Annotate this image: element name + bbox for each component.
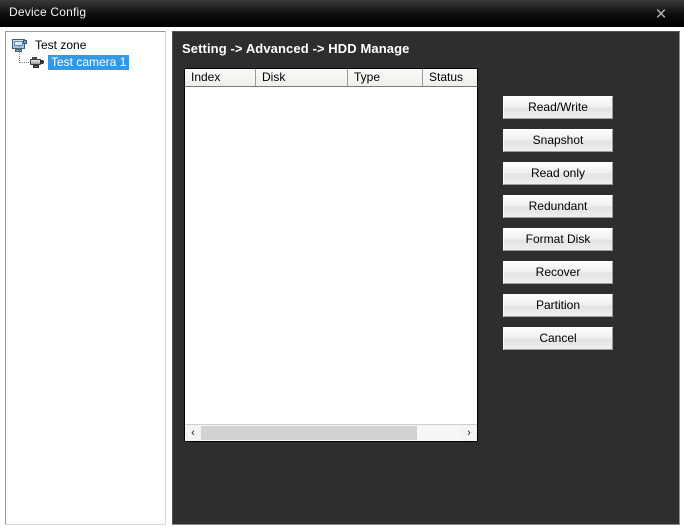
read-write-button[interactable]: Read/Write bbox=[503, 96, 613, 119]
snapshot-button[interactable]: Snapshot bbox=[503, 129, 613, 152]
tree-item-test-zone[interactable]: Test zone bbox=[6, 37, 165, 54]
device-tree-panel: Test zone Test camera 1 bbox=[5, 31, 166, 525]
window-title: Device Config bbox=[9, 5, 86, 19]
read-only-button[interactable]: Read only bbox=[503, 162, 613, 185]
table-body[interactable] bbox=[185, 87, 477, 424]
column-header-index[interactable]: Index bbox=[185, 69, 256, 86]
content-panel: Setting -> Advanced -> HDD Manage Index … bbox=[172, 31, 680, 525]
close-button[interactable]: × bbox=[646, 3, 676, 25]
tree-item-test-camera-1[interactable]: Test camera 1 bbox=[6, 54, 165, 71]
scroll-right-arrow-icon[interactable]: › bbox=[461, 425, 477, 441]
scroll-left-arrow-icon[interactable]: ‹ bbox=[185, 425, 201, 441]
device-config-window: Device Config × Test zone bbox=[0, 0, 684, 529]
column-header-status[interactable]: Status bbox=[423, 69, 477, 86]
format-disk-button[interactable]: Format Disk bbox=[503, 228, 613, 251]
hdd-table: Index Disk Type Status ‹ › bbox=[184, 68, 478, 442]
scrollbar-thumb[interactable] bbox=[201, 426, 417, 440]
scrollbar-track[interactable] bbox=[201, 425, 461, 441]
titlebar: Device Config × bbox=[0, 0, 684, 27]
tree-item-label: Test zone bbox=[32, 38, 89, 53]
recover-button[interactable]: Recover bbox=[503, 261, 613, 284]
table-header-row: Index Disk Type Status bbox=[185, 69, 477, 87]
tree-item-label: Test camera 1 bbox=[48, 55, 129, 70]
table-horizontal-scrollbar[interactable]: ‹ › bbox=[185, 424, 477, 441]
redundant-button[interactable]: Redundant bbox=[503, 195, 613, 218]
breadcrumb: Setting -> Advanced -> HDD Manage bbox=[182, 41, 409, 56]
camera-icon bbox=[28, 56, 45, 69]
column-header-disk[interactable]: Disk bbox=[256, 69, 348, 86]
action-button-column: Read/Write Snapshot Read only Redundant … bbox=[503, 96, 613, 350]
device-tree: Test zone Test camera 1 bbox=[6, 32, 165, 71]
column-header-type[interactable]: Type bbox=[348, 69, 423, 86]
client-area: Test zone Test camera 1 Setting -> Advan… bbox=[0, 27, 684, 529]
cancel-button[interactable]: Cancel bbox=[503, 327, 613, 350]
close-icon: × bbox=[655, 5, 666, 24]
partition-button[interactable]: Partition bbox=[503, 294, 613, 317]
